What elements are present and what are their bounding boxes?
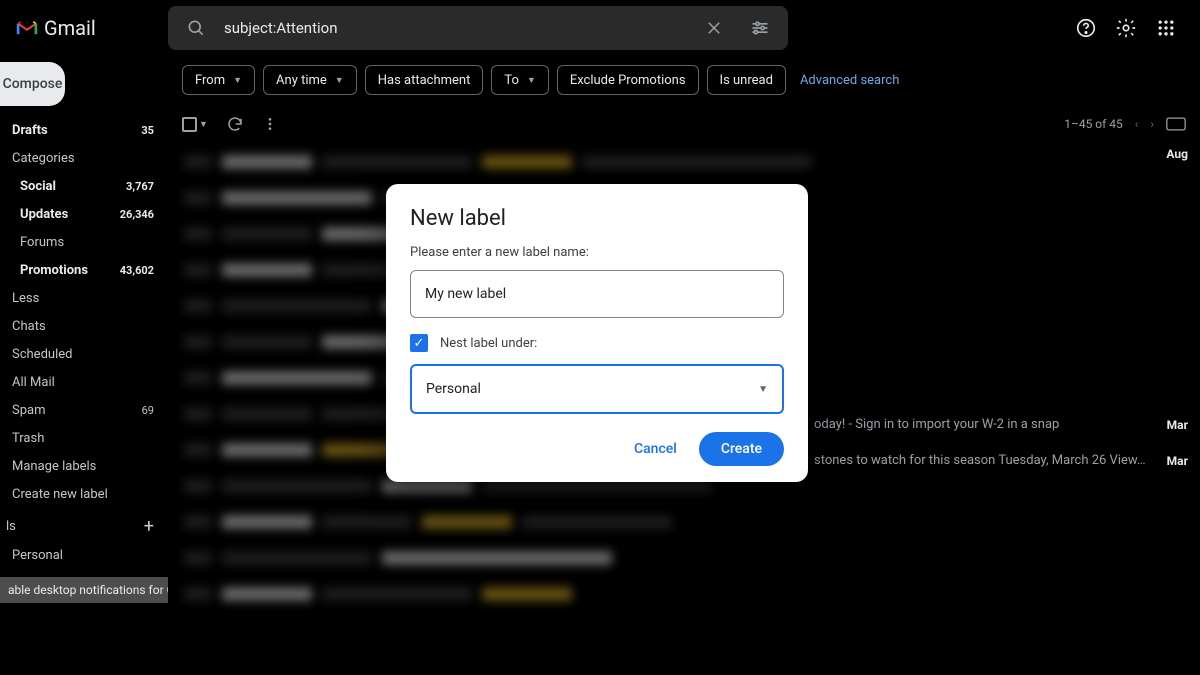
sidebar-item-label: Updates [20,207,68,222]
clear-search-icon[interactable] [696,10,732,46]
sidebar-item-count: 43,602 [120,264,154,277]
chevron-down-icon: ▼ [758,384,768,395]
labels-section-header: ls + [0,508,168,541]
search-icon[interactable] [178,10,214,46]
chip-label: Any time [276,73,327,88]
search-input[interactable] [224,19,686,37]
header-actions [1068,10,1188,46]
sidebar-item-count: 69 [142,404,154,417]
chevron-down-icon: ▼ [335,75,344,86]
filter-chip-is-unread[interactable]: Is unread [707,65,786,95]
email-date: Aug [1166,147,1188,161]
sidebar: Compose Drafts 35 Categories Social 3,767 Upd… [0,56,168,675]
dialog-title: New label [410,206,784,231]
sidebar-item-promotions[interactable]: Promotions 43,602 [0,256,168,284]
settings-gear-icon[interactable] [1108,10,1144,46]
prev-page-icon[interactable]: ‹ [1135,117,1139,131]
labels-heading-text: ls [6,519,16,534]
sidebar-item-chats[interactable]: Chats [0,312,168,340]
chip-label: Is unread [720,73,773,88]
sidebar-item-label: Less [12,291,39,306]
sidebar-item-label: Categories [12,151,75,166]
sidebar-item-count: 26,346 [120,208,154,221]
apps-grid-icon[interactable] [1148,10,1184,46]
filter-chip-exclude-promotions[interactable]: Exclude Promotions [557,65,699,95]
notification-banner[interactable]: able desktop notifications for G [0,577,168,603]
parent-label-value: Personal [426,381,481,397]
sidebar-item-drafts[interactable]: Drafts 35 [0,116,168,144]
sidebar-item-label: Drafts [12,123,48,138]
input-tools-icon[interactable] [1166,117,1186,131]
next-page-icon[interactable]: › [1150,117,1154,131]
cancel-button[interactable]: Cancel [620,433,691,465]
filter-chip-to[interactable]: To ▼ [491,65,548,95]
chip-label: Has attachment [378,73,471,88]
sidebar-item-create-new-label[interactable]: Create new label [0,480,168,508]
pagination-range: 1–45 of 45 [1064,117,1123,131]
advanced-search-link[interactable]: Advanced search [800,73,899,88]
label-name-input[interactable] [410,270,784,318]
select-all-checkbox[interactable]: ▼ [182,117,208,132]
sidebar-item-updates[interactable]: Updates 26,346 [0,200,168,228]
sidebar-item-label: Trash [12,431,44,446]
sidebar-item-label: Forums [20,235,64,250]
nest-checkbox-label: Nest label under: [440,336,537,351]
new-label-dialog: New label Please enter a new label name:… [386,184,808,482]
sidebar-item-label: All Mail [12,375,55,390]
chevron-down-icon: ▼ [233,75,242,86]
parent-label-select[interactable]: Personal ▼ [410,364,784,414]
email-snippet: oday! - Sign in to import your W-2 in a … [814,417,1147,432]
search-bar[interactable] [168,6,788,50]
help-icon[interactable] [1068,10,1104,46]
filter-chip-from[interactable]: From ▼ [182,65,255,95]
sidebar-item-manage-labels[interactable]: Manage labels [0,452,168,480]
refresh-icon[interactable] [226,115,244,133]
email-date: Mar [1167,454,1188,468]
compose-button[interactable]: Compose [0,62,65,106]
filter-chip-any-time[interactable]: Any time ▼ [263,65,357,95]
app-header: Gmail [0,0,1200,56]
sidebar-item-less[interactable]: Less [0,284,168,312]
nest-checkbox[interactable]: ✓ [410,334,428,352]
email-date: Mar [1167,418,1188,432]
sidebar-item-all-mail[interactable]: All Mail [0,368,168,396]
chevron-down-icon[interactable]: ▼ [199,119,208,130]
chip-label: To [504,73,519,88]
chip-label: Exclude Promotions [570,73,686,88]
add-label-icon[interactable]: + [144,516,154,537]
email-snippet: stones to watch for this season Tuesday,… [814,453,1147,468]
sidebar-item-label: Social [20,179,56,194]
search-options-icon[interactable] [742,10,778,46]
gmail-logo[interactable]: Gmail [12,16,168,40]
list-toolbar: ▼ 1–45 of 45 ‹ › [174,104,1194,144]
sidebar-item-scheduled[interactable]: Scheduled [0,340,168,368]
label-name-prompt: Please enter a new label name: [410,245,784,260]
more-menu-icon[interactable] [262,116,278,132]
sidebar-item-count: 35 [141,124,154,137]
sidebar-item-trash[interactable]: Trash [0,424,168,452]
sidebar-label-personal[interactable]: Personal [0,541,168,569]
filter-chip-has-attachment[interactable]: Has attachment [365,65,484,95]
chip-label: From [195,73,225,88]
create-button[interactable]: Create [699,432,784,466]
sidebar-item-forums[interactable]: Forums [0,228,168,256]
sidebar-item-count: 3,767 [126,180,154,193]
gmail-m-icon [16,20,38,36]
sidebar-item-label: Chats [12,319,46,334]
sidebar-item-label: Spam [12,403,46,418]
sidebar-item-label: Manage labels [12,459,96,474]
app-name: Gmail [44,16,96,40]
sidebar-item-label: Scheduled [12,347,72,362]
chevron-down-icon: ▼ [527,75,536,86]
sidebar-item-spam[interactable]: Spam 69 [0,396,168,424]
sidebar-item-label: Create new label [12,487,108,502]
sidebar-item-label: Promotions [20,263,88,278]
sidebar-item-categories[interactable]: Categories [0,144,168,172]
filter-chips-row: From ▼ Any time ▼ Has attachment To ▼ Exclude P… [174,56,1194,104]
sidebar-item-social[interactable]: Social 3,767 [0,172,168,200]
